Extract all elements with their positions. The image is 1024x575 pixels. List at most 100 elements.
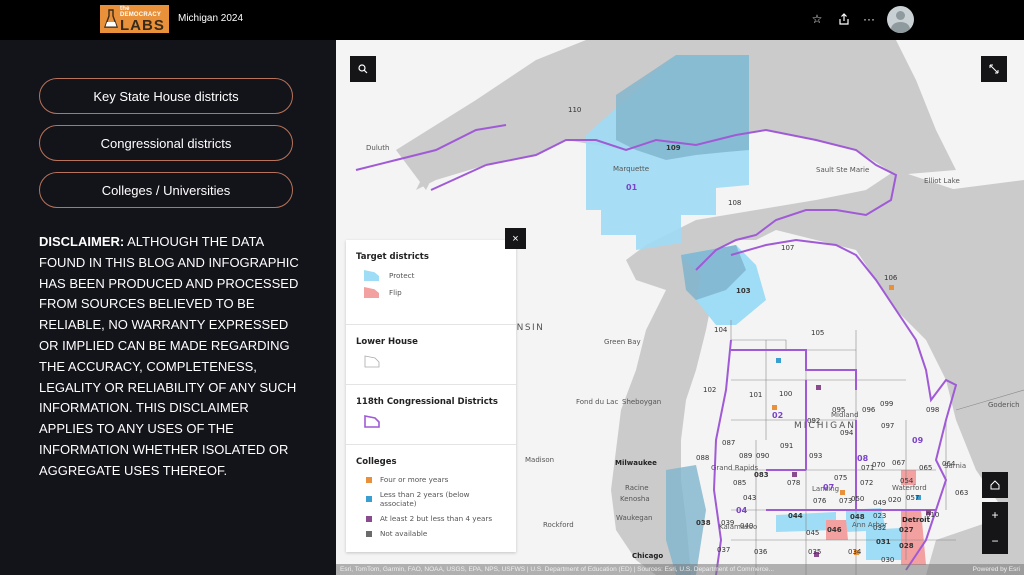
district-label: 104 [714,326,728,334]
more-icon[interactable]: ··· [861,11,877,27]
legend-section-lower-house: Lower House [346,325,516,385]
legend-item-four-year: Four or more years [356,475,506,484]
congressional-districts-button[interactable]: Congressional districts [39,125,293,161]
expand-button[interactable] [981,56,1007,82]
district-label: 035 [808,548,821,556]
legend-item-less-than-two: Less than 2 years (below associate) [356,490,506,508]
district-label: 037 [717,546,730,554]
district-label: 103 [736,287,751,295]
city-label: Duluth [366,144,389,152]
square-marker-icon [366,496,372,502]
search-button[interactable] [350,56,376,82]
district-label: 070 [872,461,885,469]
star-icon[interactable]: ☆ [809,11,825,27]
avatar[interactable] [887,6,914,33]
college-marker [816,385,821,390]
search-icon [358,64,368,74]
district-label: 072 [860,479,873,487]
college-marker [889,285,894,290]
app-title: Michigan 2024 [178,13,244,24]
congressional-label: 08 [857,454,869,463]
legend-panel: Target districts Protect Flip Lower Hous… [346,240,516,552]
city-label: Sault Ste Marie [816,166,869,174]
logo-small-text: the DEMOCRACY [120,5,162,18]
district-label: 034 [848,548,862,556]
district-label: 098 [926,406,939,414]
expand-icon [989,64,999,74]
district-label: 087 [722,439,735,447]
zoom-out-button[interactable]: − [982,528,1008,554]
district-label: 020 [888,496,901,504]
home-button[interactable] [982,472,1008,498]
protect-swatch-icon [364,270,379,281]
disclaimer-text: ALTHOUGH THE DATA FOUND IN THIS BLOG AND… [39,234,299,478]
district-label: 038 [696,519,711,527]
colleges-universities-button[interactable]: Colleges / Universities [39,172,293,208]
attribution-text[interactable]: Esri, TomTom, Garmin, FAO, NOAA, USGS, E… [340,566,774,573]
congressional-swatch-icon [364,415,380,428]
district-label: 110 [568,106,581,114]
city-label: Midland [831,411,859,419]
district-label: 089 [739,452,752,460]
city-label: Goderich [988,401,1020,409]
district-label: 046 [827,526,842,534]
city-label: Elliot Lake [924,177,960,185]
district-label: 093 [809,452,822,460]
district-label: 078 [787,479,800,487]
city-label: Waukegan [616,514,652,522]
map-attribution: Esri, TomTom, Garmin, FAO, NOAA, USGS, E… [336,564,1024,575]
city-label: Lansing [812,485,839,493]
legend-title: Lower House [356,337,418,347]
city-label: Racine [625,484,649,492]
district-label: 048 [850,513,865,521]
city-label: Rockford [543,521,574,529]
square-marker-icon [366,476,372,483]
district-label: 076 [813,497,827,505]
lower-house-swatch-icon [364,355,380,368]
city-label: Sheboygan [622,398,661,406]
district-label: 096 [862,406,876,414]
district-label: 101 [749,391,762,399]
district-label: 057 [906,494,919,502]
legend-title: Target districts [356,252,429,262]
share-icon[interactable] [836,11,852,27]
district-label: 107 [781,244,794,252]
city-label: Marquette [613,165,649,173]
region-label: MICHIGAN [794,421,856,431]
district-label: 049 [873,499,886,507]
city-label: Chicago [632,552,663,560]
college-marker [840,490,845,495]
district-label: 044 [788,512,803,520]
district-label: 065 [919,464,932,472]
flask-icon [104,9,118,29]
zoom-in-button[interactable]: + [982,502,1008,528]
city-label: Fond du Lac [576,398,618,406]
district-label: 105 [811,329,824,337]
congressional-label: 01 [626,183,638,192]
district-label: 091 [780,442,793,450]
square-marker-icon [366,530,372,537]
disclaimer: DISCLAIMER: ALTHOUGH THE DATA FOUND IN T… [39,232,301,482]
powered-by-esri[interactable]: Powered by Esri [973,564,1020,575]
congressional-label: 02 [772,411,783,420]
district-label: 109 [666,144,681,152]
home-icon [990,480,1000,490]
city-label: Kenosha [620,495,650,503]
disclaimer-label: DISCLAIMER: [39,234,125,249]
district-label: 090 [756,452,769,460]
legend-title: 118th Congressional Districts [356,397,498,407]
legend-item-lower-house [356,355,506,368]
district-label: 028 [899,542,914,550]
key-state-house-districts-button[interactable]: Key State House districts [39,78,293,114]
district-label: 102 [703,386,716,394]
district-label: 023 [873,512,886,520]
logo[interactable]: the DEMOCRACY LABS [100,5,169,33]
legend-title: Colleges [356,457,397,467]
district-label: 050 [851,495,864,503]
city-label: Sarnia [944,462,966,470]
square-marker-icon [366,515,372,522]
district-label: 075 [834,474,847,482]
city-label: Kalamazoo [719,523,757,531]
district-label: 099 [880,400,893,408]
legend-close-button[interactable]: × [505,228,526,249]
